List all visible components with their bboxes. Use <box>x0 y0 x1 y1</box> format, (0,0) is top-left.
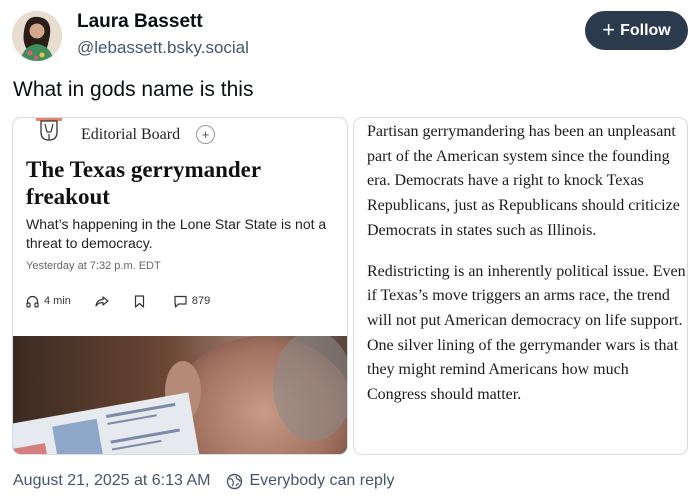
globe-icon <box>226 473 243 490</box>
avatar[interactable] <box>12 11 62 61</box>
follow-button-label: Follow <box>620 21 671 39</box>
comments-count: 879 <box>191 295 211 307</box>
bookmark-action <box>134 294 150 308</box>
post-date[interactable]: August 21, 2025 at 6:13 AM <box>13 472 210 490</box>
author-handle[interactable]: @lebassett.bsky.social <box>77 38 249 58</box>
share-action <box>95 295 114 308</box>
article-body: Partisan gerrymandering has been an unpl… <box>367 120 687 408</box>
lightbulb-icon <box>36 118 62 141</box>
comment-icon <box>174 295 187 308</box>
follow-section-plus-icon: + <box>196 125 215 144</box>
article-actions: 4 min 879 <box>26 292 230 310</box>
article-paragraph: Redistricting is an inherently political… <box>367 262 686 404</box>
article-timestamp: Yesterday at 7:32 p.m. EDT <box>26 260 161 272</box>
share-icon <box>95 295 109 307</box>
reply-setting: Everybody can reply <box>249 472 395 489</box>
bookmark-icon <box>134 294 145 308</box>
article-text-image[interactable]: Partisan gerrymandering has been an unpl… <box>353 117 688 455</box>
article-headline: The Texas gerrymander freakout <box>26 157 261 209</box>
headphones-icon <box>26 295 39 308</box>
comments-action: 879 <box>174 295 210 308</box>
article-paragraph: Partisan gerrymandering has been an unpl… <box>367 123 680 239</box>
listen-action: 4 min <box>26 295 71 308</box>
article-dek: What’s happening in the Lone Star State … <box>26 216 327 251</box>
follow-button[interactable]: + Follow <box>585 11 688 50</box>
plus-icon: + <box>602 16 616 42</box>
post-text: What in gods name is this <box>13 78 254 101</box>
article-photo <box>13 336 347 454</box>
author-name[interactable]: Laura Bassett <box>77 11 203 33</box>
post-media: Editorial Board + The Texas gerrymander … <box>12 117 688 455</box>
article-screenshot-image[interactable]: Editorial Board + The Texas gerrymander … <box>12 117 348 455</box>
post-footer: August 21, 2025 at 6:13 AM Everybody can… <box>13 472 394 490</box>
section-name: Editorial Board <box>81 126 181 143</box>
listen-time: 4 min <box>44 295 71 307</box>
